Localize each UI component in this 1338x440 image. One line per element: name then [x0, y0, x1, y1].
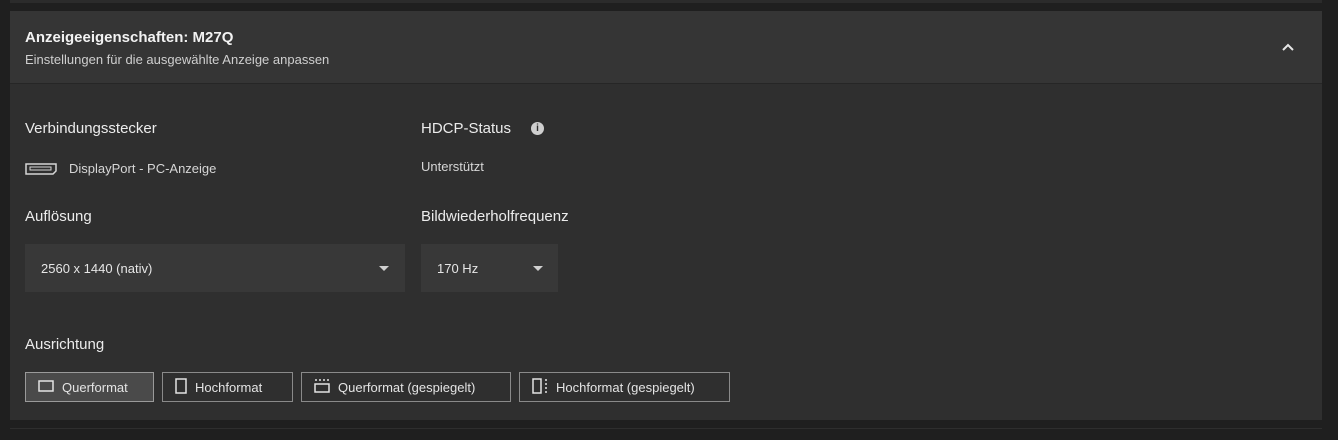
orientation-landscape-flipped-button[interactable]: Querformat (gespiegelt) [301, 372, 511, 402]
orientation-option-label: Querformat [62, 379, 128, 395]
top-divider [10, 0, 1322, 3]
connector-value: DisplayPort - PC-Anzeige [69, 161, 217, 176]
panel-title: Anzeigeeigenschaften: M27Q [25, 29, 234, 46]
orientation-portrait-button[interactable]: Hochformat [162, 372, 293, 402]
hdcp-value: Unterstützt [421, 159, 484, 174]
resolution-dropdown[interactable]: 2560 x 1440 (nativ) [25, 244, 405, 292]
orientation-option-label: Querformat (gespiegelt) [338, 379, 476, 395]
orientation-option-label: Hochformat [195, 379, 263, 395]
portrait-flipped-icon [532, 377, 556, 397]
collapse-button[interactable] [1274, 33, 1302, 61]
landscape-icon [38, 379, 62, 395]
orientation-portrait-flipped-button[interactable]: Hochformat (gespiegelt) [519, 372, 730, 402]
display-properties-panel: Anzeigeeigenschaften: M27Q Einstellungen… [10, 11, 1322, 420]
info-icon[interactable]: i [531, 122, 544, 135]
refresh-rate-label: Bildwiederholfrequenz [421, 208, 569, 225]
chevron-up-icon [1282, 38, 1294, 56]
landscape-flipped-icon [314, 378, 338, 396]
orientation-option-label: Hochformat (gespiegelt) [556, 379, 695, 395]
portrait-icon [175, 377, 195, 397]
hdcp-label: HDCP-Status [421, 120, 512, 137]
orientation-landscape-button[interactable]: Querformat [25, 372, 154, 402]
bottom-divider [10, 428, 1322, 429]
orientation-label: Ausrichtung [25, 336, 105, 353]
refresh-rate-dropdown[interactable]: 170 Hz [421, 244, 558, 292]
resolution-label: Auflösung [25, 208, 92, 225]
chevron-down-icon [379, 265, 389, 271]
panel-header[interactable]: Anzeigeeigenschaften: M27Q Einstellungen… [10, 11, 1322, 84]
panel-subtitle: Einstellungen für die ausgewählte Anzeig… [25, 52, 330, 67]
chevron-down-icon [533, 265, 543, 271]
resolution-selected-value: 2560 x 1440 (nativ) [41, 260, 153, 276]
connector-label: Verbindungsstecker [25, 120, 157, 137]
refresh-rate-selected-value: 170 Hz [437, 260, 479, 276]
displayport-icon [25, 162, 57, 180]
